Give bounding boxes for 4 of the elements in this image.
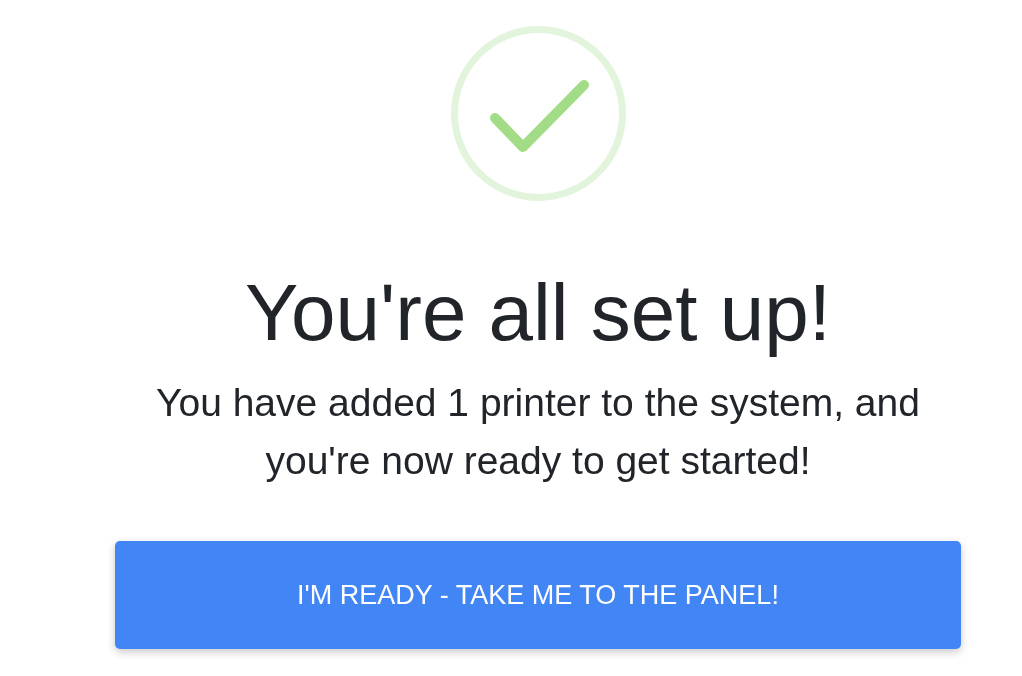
- go-to-panel-button[interactable]: I'M READY - TAKE ME TO THE PANEL!: [115, 541, 961, 649]
- success-message: You have added 1 printer to the system, and you're now ready to get started!: [155, 380, 921, 484]
- check-circle-icon: [450, 26, 626, 201]
- success-heading: You're all set up!: [244, 267, 832, 359]
